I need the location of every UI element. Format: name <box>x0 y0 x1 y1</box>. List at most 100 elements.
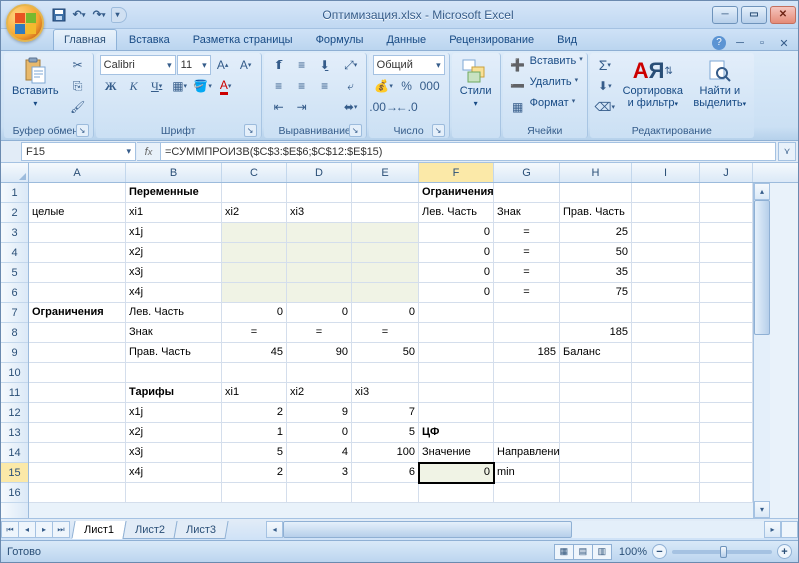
row-header[interactable]: 16 <box>1 483 28 503</box>
find-select-button[interactable]: Найти ивыделить▾ <box>690 55 750 124</box>
cell[interactable] <box>494 303 560 323</box>
cell[interactable] <box>632 483 700 503</box>
decrease-decimal-icon[interactable]: ←.0 <box>396 97 418 117</box>
cell[interactable] <box>560 423 632 443</box>
increase-indent-icon[interactable]: ⇥ <box>291 97 313 117</box>
bold-icon[interactable]: Ж <box>100 76 122 96</box>
name-box[interactable]: F15 ▾ <box>21 142 136 161</box>
cell[interactable]: 0 <box>419 263 494 283</box>
cell[interactable]: Ограничения <box>29 303 126 323</box>
clipboard-launcher[interactable]: ↘ <box>76 124 89 137</box>
sheet-tab[interactable]: Лист1 <box>71 521 126 539</box>
cell[interactable]: Лев. Часть <box>419 203 494 223</box>
increase-decimal-icon[interactable]: .00→ <box>373 97 395 117</box>
cell[interactable] <box>700 223 753 243</box>
cell[interactable] <box>632 203 700 223</box>
cell[interactable] <box>700 343 753 363</box>
cell[interactable]: 7 <box>352 403 419 423</box>
cell[interactable] <box>560 303 632 323</box>
cell[interactable] <box>352 263 419 283</box>
align-center-icon[interactable]: ≡ <box>291 76 313 96</box>
font-launcher[interactable]: ↘ <box>244 124 257 137</box>
column-header[interactable]: E <box>352 163 419 182</box>
row-header[interactable]: 12 <box>1 403 28 423</box>
formula-expand-icon[interactable]: ⋎ <box>778 142 796 161</box>
cell[interactable]: = <box>287 323 352 343</box>
cell[interactable]: 25 <box>560 223 632 243</box>
cell[interactable] <box>222 483 287 503</box>
cell[interactable] <box>560 363 632 383</box>
cell[interactable]: = <box>352 323 419 343</box>
cell[interactable]: Ограничения <box>419 183 494 203</box>
qat-save-icon[interactable] <box>51 7 67 23</box>
cell[interactable]: min <box>494 463 560 483</box>
cell[interactable] <box>632 323 700 343</box>
tab-home[interactable]: Главная <box>53 29 117 50</box>
shrink-font-icon[interactable]: A▾ <box>235 55 257 75</box>
cell[interactable]: 4 <box>287 443 352 463</box>
zoom-in-icon[interactable]: + <box>777 544 792 559</box>
cell[interactable]: 1 <box>222 423 287 443</box>
cell[interactable] <box>632 443 700 463</box>
cell[interactable]: x3j <box>126 263 222 283</box>
column-header[interactable]: F <box>419 163 494 182</box>
fx-icon[interactable]: fx <box>137 142 161 161</box>
row-header[interactable]: 14 <box>1 443 28 463</box>
fill-color-icon[interactable]: 🪣▾ <box>192 76 214 96</box>
row-header[interactable]: 13 <box>1 423 28 443</box>
view-page-break-icon[interactable]: ▥ <box>592 544 612 560</box>
row-header[interactable]: 1 <box>1 183 28 203</box>
cell[interactable] <box>287 223 352 243</box>
cell[interactable] <box>494 183 560 203</box>
sort-filter-button[interactable]: АЯ⇅ Сортировкаи фильтр▾ <box>620 55 686 124</box>
cell[interactable]: 185 <box>560 323 632 343</box>
cell[interactable] <box>560 483 632 503</box>
comma-icon[interactable]: 000 <box>419 76 441 96</box>
cell[interactable]: 90 <box>287 343 352 363</box>
cell[interactable] <box>632 223 700 243</box>
align-right-icon[interactable]: ≡ <box>314 76 336 96</box>
cell[interactable] <box>287 183 352 203</box>
cell[interactable] <box>494 383 560 403</box>
cell[interactable] <box>700 443 753 463</box>
select-all-corner[interactable] <box>1 163 29 182</box>
doc-restore-icon[interactable]: ▫ <box>754 37 770 49</box>
tab-review[interactable]: Рецензирование <box>438 29 545 50</box>
cell[interactable] <box>222 283 287 303</box>
cell[interactable]: целые <box>29 203 126 223</box>
cell[interactable] <box>126 483 222 503</box>
cell[interactable]: 5 <box>222 443 287 463</box>
cut-icon[interactable]: ✂ <box>67 55 89 75</box>
cell[interactable] <box>419 303 494 323</box>
scroll-up-icon[interactable]: ▴ <box>754 183 770 200</box>
cell[interactable] <box>419 343 494 363</box>
cell[interactable] <box>494 363 560 383</box>
row-header[interactable]: 4 <box>1 243 28 263</box>
cell[interactable]: Знак <box>126 323 222 343</box>
fill-icon[interactable]: ⬇▾ <box>594 76 616 96</box>
cell[interactable] <box>29 463 126 483</box>
cell[interactable] <box>560 463 632 483</box>
cell[interactable]: Значение <box>419 443 494 463</box>
office-button[interactable] <box>6 4 44 42</box>
cell[interactable]: Прав. Часть <box>560 203 632 223</box>
accounting-icon[interactable]: 💰▾ <box>373 76 395 96</box>
cell[interactable] <box>287 363 352 383</box>
scroll-down-icon[interactable]: ▾ <box>754 501 770 518</box>
cell[interactable] <box>222 243 287 263</box>
cell[interactable] <box>352 203 419 223</box>
cell[interactable] <box>632 423 700 443</box>
cell[interactable]: 9 <box>287 403 352 423</box>
column-header[interactable]: B <box>126 163 222 182</box>
qat-redo-icon[interactable]: ↷▾ <box>91 7 107 23</box>
number-format-combo[interactable]: Общий▾ <box>373 55 445 75</box>
tabnav-prev-icon[interactable]: ◂ <box>18 521 36 538</box>
cell[interactable]: 0 <box>352 303 419 323</box>
font-size-combo[interactable]: 11▾ <box>177 55 211 75</box>
vertical-scrollbar[interactable]: ▴ ▾ <box>753 183 770 518</box>
tabnav-last-icon[interactable]: ⏭ <box>52 521 70 538</box>
cell[interactable] <box>29 383 126 403</box>
cell[interactable]: xi1 <box>126 203 222 223</box>
cell[interactable] <box>419 383 494 403</box>
cell[interactable] <box>494 323 560 343</box>
